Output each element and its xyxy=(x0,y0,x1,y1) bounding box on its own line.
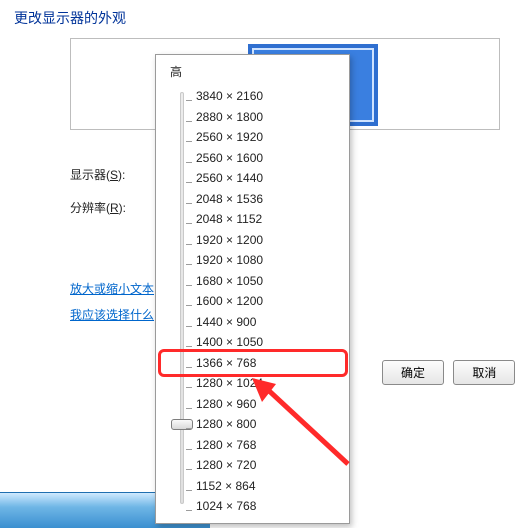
resolution-slider-track[interactable] xyxy=(180,92,184,504)
slider-tick xyxy=(186,182,192,183)
slider-tick xyxy=(186,428,192,429)
resolution-option[interactable]: 1280 × 720 xyxy=(196,455,349,476)
resolution-dropdown: 高 3840 × 21602880 × 18002560 × 19202560 … xyxy=(155,54,350,524)
resolution-option[interactable]: 1366 × 768 xyxy=(196,353,349,374)
slider-tick xyxy=(186,285,192,286)
resolution-option[interactable]: 1400 × 1050 xyxy=(196,332,349,353)
slider-tick xyxy=(186,490,192,491)
resolution-option[interactable]: 1280 × 960 xyxy=(196,394,349,415)
resolution-option[interactable]: 1152 × 864 xyxy=(196,476,349,497)
resolution-option[interactable]: 1920 × 1200 xyxy=(196,230,349,251)
resolution-option[interactable]: 2560 × 1920 xyxy=(196,127,349,148)
resolution-option[interactable]: 1280 × 800 xyxy=(196,414,349,435)
resolution-option[interactable]: 2048 × 1536 xyxy=(196,189,349,210)
cancel-button[interactable]: 取消 xyxy=(453,360,515,385)
resolution-option[interactable]: 2560 × 1440 xyxy=(196,168,349,189)
slider-tick xyxy=(186,469,192,470)
slider-tick xyxy=(186,326,192,327)
slider-tick xyxy=(186,203,192,204)
resolution-option[interactable]: 2560 × 1600 xyxy=(196,148,349,169)
resolution-option[interactable]: 2048 × 1152 xyxy=(196,209,349,230)
slider-tick xyxy=(186,244,192,245)
slider-tick xyxy=(186,223,192,224)
resolution-label: 分辨率(R): xyxy=(70,199,126,216)
scale-text-link[interactable]: 放大或缩小文本 xyxy=(70,280,154,297)
slider-tick xyxy=(186,510,192,511)
resolution-option[interactable]: 1280 × 768 xyxy=(196,435,349,456)
resolution-option[interactable]: 2880 × 1800 xyxy=(196,107,349,128)
resolution-option[interactable]: 1920 × 1080 xyxy=(196,250,349,271)
slider-tick xyxy=(186,121,192,122)
what-choose-link[interactable]: 我应该选择什么 xyxy=(70,306,154,323)
resolution-option[interactable]: 1440 × 900 xyxy=(196,312,349,333)
slider-tick xyxy=(186,264,192,265)
slider-tick xyxy=(186,100,192,101)
slider-tick xyxy=(186,162,192,163)
slider-tick xyxy=(186,367,192,368)
display-label: 显示器(S): xyxy=(70,166,125,183)
resolution-option[interactable]: 3840 × 2160 xyxy=(196,86,349,107)
resolution-list: 3840 × 21602880 × 18002560 × 19202560 × … xyxy=(196,86,349,517)
slider-tick xyxy=(186,408,192,409)
dropdown-high-label: 高 xyxy=(156,55,349,84)
ok-button[interactable]: 确定 xyxy=(382,360,444,385)
resolution-option[interactable]: 1680 × 1050 xyxy=(196,271,349,292)
slider-tick xyxy=(186,305,192,306)
button-row: 确定 取消 xyxy=(376,360,515,385)
page-title: 更改显示器的外观 xyxy=(0,0,526,28)
slider-tick xyxy=(186,387,192,388)
slider-tick xyxy=(186,449,192,450)
slider-tick xyxy=(186,141,192,142)
resolution-option[interactable]: 1280 × 1024 xyxy=(196,373,349,394)
resolution-option[interactable]: 1024 × 768 xyxy=(196,496,349,517)
resolution-option[interactable]: 1600 × 1200 xyxy=(196,291,349,312)
slider-tick xyxy=(186,346,192,347)
